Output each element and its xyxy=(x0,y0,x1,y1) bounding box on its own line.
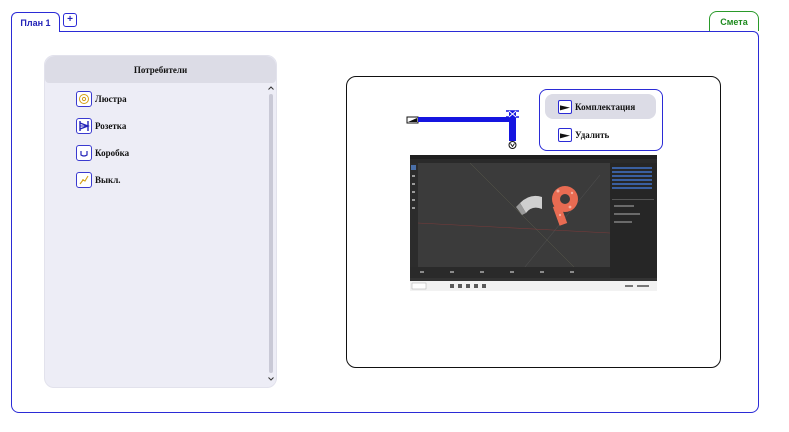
switch-icon xyxy=(76,172,92,188)
wire-icon xyxy=(558,127,572,142)
chandelier-icon xyxy=(76,91,92,107)
consumer-item-junction-box[interactable]: Коробка xyxy=(76,145,129,161)
tab-plan-1[interactable]: План 1 xyxy=(11,12,60,32)
socket-icon xyxy=(76,118,92,134)
consumer-label: Люстра xyxy=(95,94,127,104)
menu-item-label: Удалить xyxy=(575,129,610,140)
menu-item-delete[interactable]: Удалить xyxy=(545,122,656,147)
context-menu: Комплектация Удалить xyxy=(539,89,663,151)
consumers-scrollbar[interactable] xyxy=(266,83,276,383)
menu-item-configuration[interactable]: Комплектация xyxy=(545,94,656,119)
menu-item-label: Комплектация xyxy=(575,101,636,112)
chevron-up-icon[interactable] xyxy=(267,84,275,92)
consumer-item-socket[interactable]: Розетка xyxy=(76,118,126,134)
consumers-title: Потребители xyxy=(133,64,188,75)
plus-icon: + xyxy=(67,14,73,25)
scroll-track[interactable] xyxy=(269,94,273,373)
wire-icon xyxy=(558,99,572,114)
consumer-label: Коробка xyxy=(95,148,130,158)
add-tab-button[interactable]: + xyxy=(63,13,77,27)
consumer-item-switch[interactable]: Выкл. xyxy=(76,172,121,188)
chevron-down-icon[interactable] xyxy=(267,375,275,383)
consumer-label: Розетка xyxy=(95,121,127,131)
tab-plan-1-label: План 1 xyxy=(20,17,51,28)
consumers-panel: Потребители Люстра Розетка Коробка Выкл. xyxy=(44,55,277,388)
screenshot-image xyxy=(410,155,657,291)
junction-box-icon xyxy=(76,145,92,161)
tab-estimate[interactable]: Смета xyxy=(709,11,759,31)
consumer-label: Выкл. xyxy=(95,175,121,185)
tab-estimate-label: Смета xyxy=(720,16,748,27)
consumer-item-chandelier[interactable]: Люстра xyxy=(76,91,127,107)
consumers-header: Потребители xyxy=(45,56,276,83)
embedded-3d-screenshot xyxy=(410,155,657,291)
wire-element[interactable] xyxy=(405,105,525,153)
